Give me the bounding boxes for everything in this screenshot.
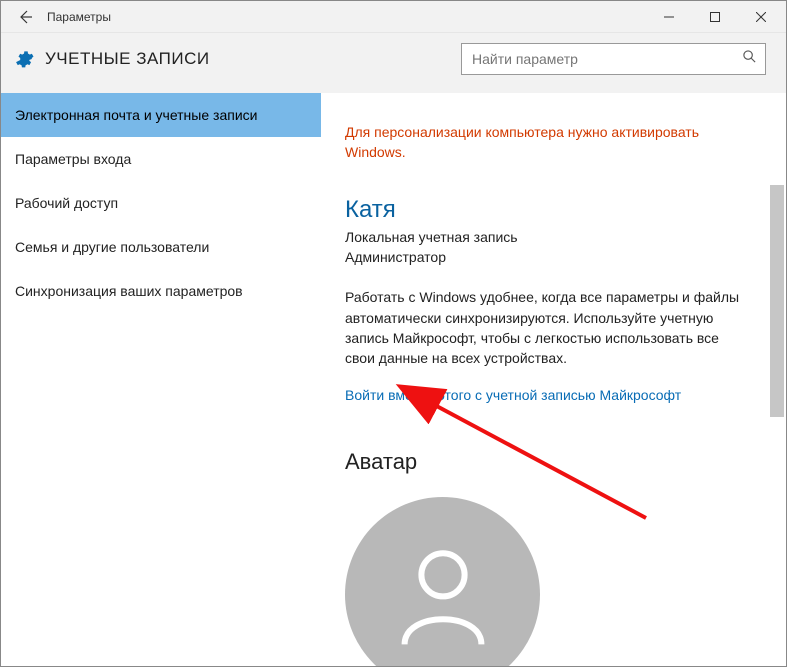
sidebar-item-label: Синхронизация ваших параметров xyxy=(15,283,243,299)
maximize-button[interactable] xyxy=(692,1,738,33)
minimize-button[interactable] xyxy=(646,1,692,33)
window-title: Параметры xyxy=(47,10,111,24)
sidebar-item-work-access[interactable]: Рабочий доступ xyxy=(1,181,321,225)
avatar-heading: Аватар xyxy=(345,449,756,475)
titlebar: Параметры xyxy=(1,1,786,33)
sidebar: Электронная почта и учетные записи Парам… xyxy=(1,93,321,666)
user-name: Катя xyxy=(345,196,756,224)
sidebar-item-email-accounts[interactable]: Электронная почта и учетные записи xyxy=(1,93,321,137)
close-button[interactable] xyxy=(738,1,784,33)
body: Электронная почта и учетные записи Парам… xyxy=(1,93,786,666)
sidebar-item-signin-options[interactable]: Параметры входа xyxy=(1,137,321,181)
sidebar-item-label: Электронная почта и учетные записи xyxy=(15,107,257,123)
sync-description: Работать с Windows удобнее, когда все па… xyxy=(345,287,745,368)
account-role: Администратор xyxy=(345,248,756,268)
search-box[interactable] xyxy=(461,43,766,75)
activation-warning: Для персонализации компьютера нужно акти… xyxy=(345,123,745,162)
sidebar-item-family-users[interactable]: Семья и другие пользователи xyxy=(1,225,321,269)
sidebar-item-label: Семья и другие пользователи xyxy=(15,239,209,255)
ms-signin-link[interactable]: Войти вместо этого с учетной записью Май… xyxy=(345,387,681,403)
scrollbar-thumb[interactable] xyxy=(770,185,784,417)
sidebar-item-sync-settings[interactable]: Синхронизация ваших параметров xyxy=(1,269,321,313)
search-icon xyxy=(742,49,757,69)
page-title: УЧЕТНЫЕ ЗАПИСИ xyxy=(45,49,210,69)
settings-window: Параметры УЧЕТНЫЕ ЗАПИСИ Электронная поч… xyxy=(0,0,787,667)
content-pane: Для персонализации компьютера нужно акти… xyxy=(321,93,786,666)
header: УЧЕТНЫЕ ЗАПИСИ xyxy=(1,33,786,93)
person-icon xyxy=(383,534,503,654)
avatar-placeholder xyxy=(345,497,540,666)
sidebar-item-label: Рабочий доступ xyxy=(15,195,118,211)
sidebar-item-label: Параметры входа xyxy=(15,151,131,167)
search-input[interactable] xyxy=(472,51,742,67)
gear-icon xyxy=(13,48,35,70)
back-button[interactable] xyxy=(9,1,41,33)
account-type: Локальная учетная запись xyxy=(345,228,756,248)
